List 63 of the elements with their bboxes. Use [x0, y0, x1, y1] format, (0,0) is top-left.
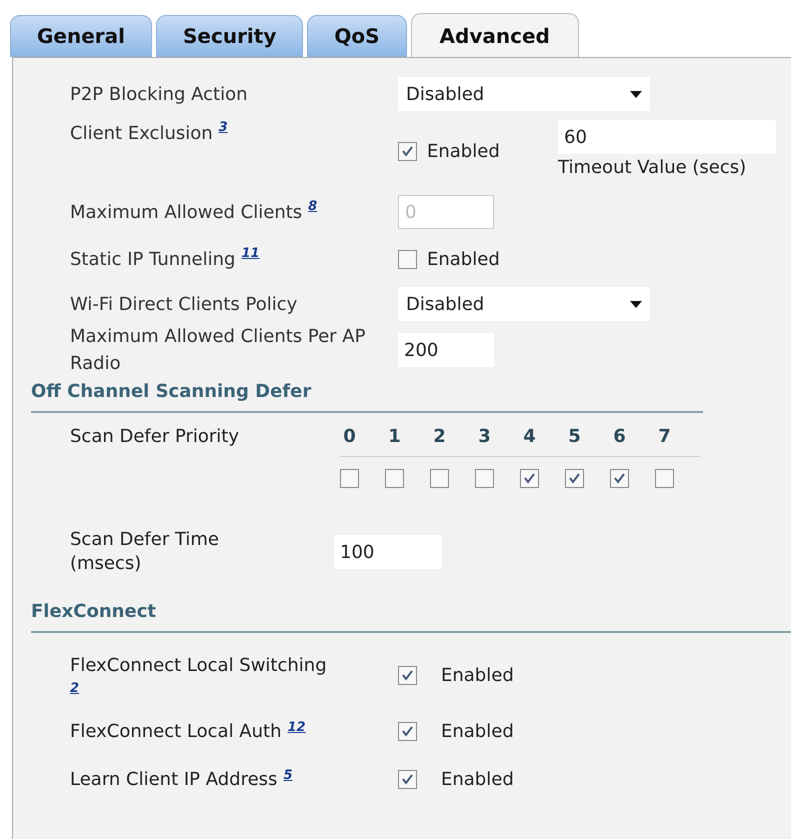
field-label: Maximum Allowed Clients	[70, 200, 302, 224]
checkmark-icon	[613, 472, 626, 485]
priority-number: 1	[387, 425, 402, 449]
priority-number: 2	[432, 425, 447, 449]
checkmark-icon	[401, 145, 414, 158]
priority-number: 5	[567, 425, 582, 449]
checkbox[interactable]	[385, 469, 404, 488]
caret-icon	[630, 300, 642, 308]
tab[interactable]: Advanced	[410, 13, 579, 57]
checkbox-label: Enabled	[441, 768, 514, 792]
checkbox[interactable]	[430, 469, 449, 488]
checkbox[interactable]	[610, 469, 629, 488]
checkmark-icon	[523, 472, 536, 485]
footnote-link[interactable]: 5	[283, 766, 292, 785]
checkmark-icon	[568, 472, 581, 485]
checkmark-icon	[401, 772, 414, 786]
input-field[interactable]: 200	[398, 333, 494, 367]
footnote-link[interactable]: 2	[70, 678, 80, 698]
timeout-field[interactable]: 60	[558, 120, 776, 154]
field-label: Static IP Tunneling	[70, 248, 236, 272]
checkbox[interactable]	[398, 722, 417, 740]
field-label: Learn Client IP Address	[70, 768, 278, 792]
priority-number: 0	[342, 425, 357, 449]
checkbox-label: Enabled	[427, 248, 500, 272]
dropdown[interactable]: Disabled	[398, 287, 650, 321]
field-label: FlexConnect Local Auth	[70, 720, 282, 744]
priority-number: 3	[477, 425, 492, 449]
checkbox-label: Enabled	[441, 720, 514, 744]
checkmark-icon	[401, 668, 414, 682]
priority-number: 4	[522, 425, 537, 449]
priority-number: 7	[657, 425, 672, 449]
footnote-link[interactable]: 11	[241, 244, 260, 263]
field-label: Maximum Allowed Clients Per AP Radio	[70, 325, 366, 376]
field-label: Scan Defer Priority	[70, 426, 240, 447]
dropdown[interactable]: Disabled	[398, 77, 650, 111]
caret-icon	[630, 90, 642, 98]
priority-number: 6	[612, 425, 627, 449]
tab[interactable]: Security	[156, 15, 304, 57]
field-label: P2P Blocking Action	[70, 82, 248, 106]
checkbox[interactable]	[340, 469, 359, 488]
checkbox[interactable]	[475, 469, 494, 488]
footnote-link[interactable]: 3	[218, 118, 228, 138]
checkbox[interactable]	[398, 666, 417, 684]
field-label: Wi-Fi Direct Clients Policy	[70, 292, 298, 316]
checkbox[interactable]	[520, 469, 539, 488]
checkbox[interactable]	[398, 250, 417, 268]
tab[interactable]: QoS	[307, 15, 407, 57]
section-heading: FlexConnect	[31, 598, 791, 633]
checkmark-icon	[401, 724, 414, 738]
checkbox-label: Enabled	[427, 140, 500, 164]
checkbox[interactable]	[398, 770, 417, 788]
footnote-link[interactable]: 12	[287, 718, 306, 737]
tab[interactable]: General	[10, 15, 152, 57]
section-heading: Off Channel Scanning Defer	[31, 378, 703, 413]
checkbox-label: Enabled	[441, 664, 514, 688]
field-caption: Timeout Value (secs)	[558, 156, 748, 180]
field-label: Client Exclusion	[70, 122, 213, 146]
field-label: FlexConnect Local Switching	[70, 654, 328, 678]
checkbox[interactable]	[655, 469, 674, 488]
checkbox[interactable]	[565, 469, 584, 488]
input-field[interactable]: 100	[334, 535, 442, 569]
checkbox[interactable]	[398, 142, 417, 161]
field-label: Scan Defer Time (msecs)	[70, 528, 220, 576]
